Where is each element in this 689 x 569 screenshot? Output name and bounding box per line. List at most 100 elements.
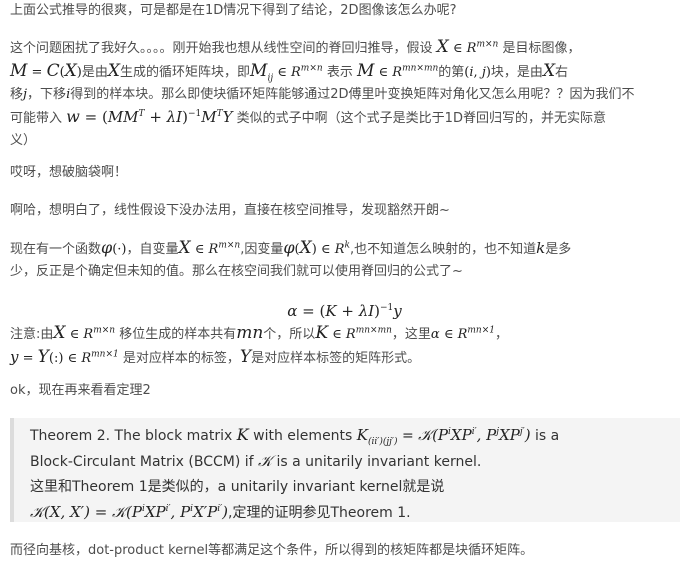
math-op: ∈ xyxy=(448,41,467,56)
paragraph-insight: 啊哈，想明白了，线性假设下没办法用，直接在核空间推导，发现豁然开朗~ xyxy=(10,203,450,218)
text: 是多 xyxy=(545,242,572,257)
text: 义） xyxy=(10,133,37,148)
text: 这个问题困扰了我好久。。。。刚开始我也想从线性空间的脊回归推导，假设 xyxy=(10,41,433,56)
math-x-in-r: X xyxy=(436,37,449,57)
math-op: ) ∈ xyxy=(311,242,335,257)
paragraph-problem: 这个问题困扰了我好久。。。。刚开始我也想从线性空间的脊回归推导，假设 X ∈ R… xyxy=(10,36,679,152)
math-rmn1: Rmn×1 xyxy=(81,349,119,366)
math-alpha: α xyxy=(430,327,440,342)
math-x: X xyxy=(107,61,120,81)
paragraph-conclusion: 而径向基核，dot-product kernel等都满足这个条件，所以得到的核矩… xyxy=(10,543,534,558)
math-rmn1: Rmn×1 xyxy=(457,325,495,342)
text: is a xyxy=(535,428,560,444)
paragraph-intro: 上面公式推导的很爽，可是都是在1D情况下得到了结论，2D图像该怎么办呢? xyxy=(10,3,457,18)
formula-alpha: α = (K + λI)−1y xyxy=(10,300,679,322)
math-mij: Mij xyxy=(250,61,274,84)
text: ，自变量 xyxy=(126,242,179,257)
math-phix: φ xyxy=(283,238,295,257)
math-ridge-formula: w xyxy=(66,107,80,126)
math-op: ∈ xyxy=(374,65,393,80)
text: 生成的循环矩阵块，即 xyxy=(120,65,251,80)
text: 是对应样本的标签， xyxy=(122,351,240,366)
math-kernel-expr: 𝒦(PiXPi′, PjXPj′) xyxy=(418,426,531,444)
math-unitary-invariance: 𝒦(X, X′) = 𝒦(PiXPi′, PiX′Pi′) xyxy=(30,503,229,521)
math-phi: φ xyxy=(101,238,113,257)
math-x: X xyxy=(299,238,312,258)
math-op: = ( xyxy=(79,108,108,126)
math-kernel-element: K(ii′)(jj′) xyxy=(356,426,398,447)
math-mty: MTY xyxy=(201,108,233,126)
text: 表示 xyxy=(326,65,353,80)
text: 右 xyxy=(555,65,569,80)
text: 可能带入 xyxy=(10,111,63,126)
text: ，下移 xyxy=(27,87,67,102)
math-ij: (i, j) xyxy=(464,65,491,80)
math-op: + xyxy=(336,302,359,320)
text: 类似的式子中啊（这个式子是类比于1D脊回归写的，并无实际意 xyxy=(236,111,606,126)
text: 得到的样本块。那么即使块循环矩阵能够通过2D傅里叶变换矩阵对角化又怎么用呢？？因… xyxy=(70,87,635,102)
math-x: X xyxy=(64,61,77,81)
math-mmt: MMT xyxy=(107,108,145,126)
math-rk: Rk xyxy=(334,240,350,257)
math-op: = xyxy=(397,428,419,444)
math-k-capital: K xyxy=(236,425,249,444)
math-op: ∈ xyxy=(65,327,84,342)
math-lambda: λI xyxy=(166,108,183,126)
math-rmn: Rm×n xyxy=(291,63,323,80)
math-m: M xyxy=(356,61,375,81)
math-op: ∈ xyxy=(190,242,209,257)
text: with elements xyxy=(253,428,353,444)
text: is a unitarily invariant kernel. xyxy=(276,454,482,470)
text: 块，是由 xyxy=(490,65,543,80)
text: 是对应样本标签的矩阵形式。 xyxy=(251,351,421,366)
math-op: )−1 xyxy=(182,108,202,126)
math-y-capital: Y xyxy=(239,347,252,367)
math-op: + xyxy=(144,108,167,126)
math-mn: mn xyxy=(236,323,264,343)
math-k: k xyxy=(536,239,546,257)
math-op: ∈ xyxy=(273,65,291,80)
math-op: (:) ∈ xyxy=(48,351,82,366)
math-rmn: Rm×n xyxy=(208,240,241,257)
text: ， xyxy=(495,327,509,342)
text: 注意:由 xyxy=(10,327,54,342)
math-y-capital: Y xyxy=(37,347,49,367)
text: 是由 xyxy=(81,65,108,80)
math-lambda: λI xyxy=(358,302,375,320)
paragraph-sigh: 哎呀，想破脑袋啊！ xyxy=(10,165,128,180)
paragraph-note: 注意:由X ∈ Rm×n 移位生成的样本共有mn个，所以K ∈ Rmn×mn，这… xyxy=(10,322,679,370)
text: ，这里 xyxy=(391,327,431,342)
math-op: = xyxy=(18,351,38,366)
math-x: X xyxy=(542,61,556,81)
math-cx: C xyxy=(46,61,60,81)
math-x: X xyxy=(53,323,66,343)
text: 少，反正是个确定但未知的值。那么在核空间我们就可以使用脊回归的公式了~ xyxy=(10,264,463,279)
math-k-capital: K xyxy=(325,302,337,320)
math-op: )−1 xyxy=(374,302,394,320)
paragraph-kernel-function: 现在有一个函数φ(·)，自变量X ∈ Rm×n,因变量φ(X) ∈ Rk,也不知… xyxy=(10,237,679,283)
theorem-quote: Theorem 2. The block matrix K with eleme… xyxy=(10,418,680,522)
math-m-def: M xyxy=(10,61,28,81)
text: 移位生成的样本共有 xyxy=(119,327,237,342)
text: 这里和Theorem 1是类似的，a unitarily invariant k… xyxy=(30,479,445,495)
math-op: ∈ xyxy=(439,327,458,342)
text: 移 xyxy=(10,87,24,102)
text: ,因变量 xyxy=(240,242,284,257)
math-kernel-k: 𝒦 xyxy=(258,452,272,470)
math-op: (·) xyxy=(112,242,127,257)
paragraph-ok: ok，现在再来看看定理2 xyxy=(10,383,151,398)
math-alpha: α xyxy=(287,302,298,320)
math-rmnmn: Rmn×mn xyxy=(392,63,439,80)
math-y: y xyxy=(393,302,402,320)
text: 的第 xyxy=(438,65,465,80)
math-op: ∈ xyxy=(328,327,346,342)
article-body: 上面公式推导的很爽，可是都是在1D情况下得到了结论，2D图像该怎么办呢? 这个问… xyxy=(0,0,689,569)
text: Block-Circulant Matrix (BCCM) if xyxy=(30,454,254,470)
math-op: = ( xyxy=(297,302,326,320)
text: Theorem 2. The block matrix xyxy=(30,428,233,444)
math-k-capital: K xyxy=(315,323,329,343)
text: ,定理的证明参见Theorem 1. xyxy=(228,505,411,521)
math-op: = xyxy=(27,65,47,80)
math-rmn: Rm×n xyxy=(83,325,116,342)
math-rmnmn: Rmn×mn xyxy=(345,325,392,342)
